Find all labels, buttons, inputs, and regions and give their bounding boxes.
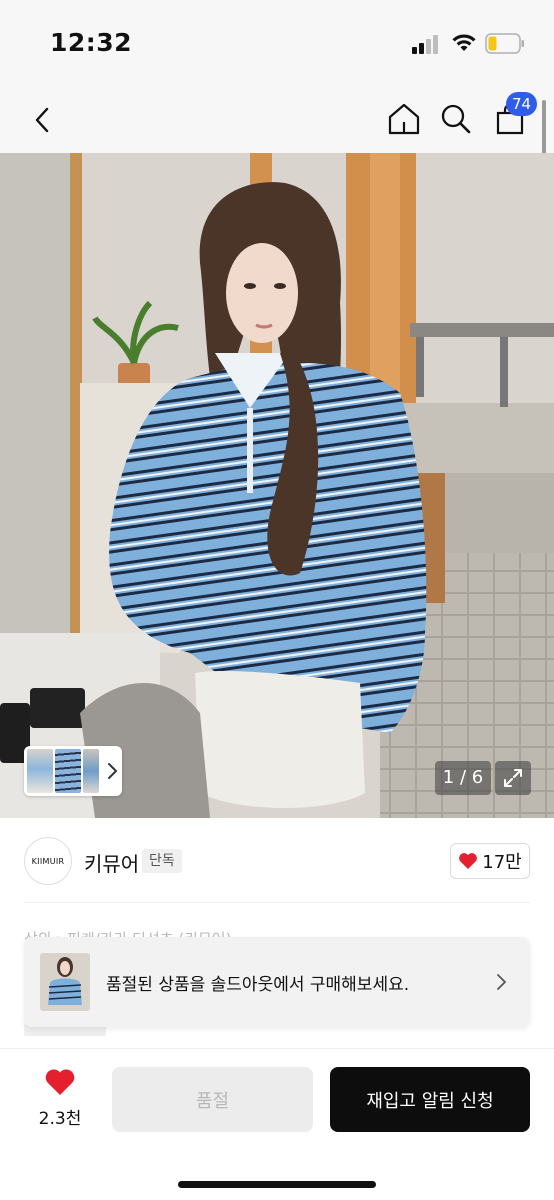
wifi-icon [452,34,476,51]
wishlist-count: 2.3천 [38,1109,82,1129]
home-icon [388,103,420,135]
app-header [0,88,554,153]
restock-alert-button[interactable]: 재입고 알림 신청 [330,1067,530,1132]
banner-product-thumbnail [40,953,90,1011]
home-button[interactable] [384,96,424,142]
exclusive-badge: 단독 [142,849,182,873]
home-indicator[interactable] [178,1181,376,1188]
search-icon [441,104,471,134]
cellular-signal-icon [412,34,442,54]
scroll-indicator [542,100,546,160]
product-image[interactable] [0,153,554,818]
back-button[interactable] [26,98,58,142]
image-counter: 1 / 6 [435,761,491,795]
image-thumbnail-strip[interactable] [24,746,122,796]
brand-logo[interactable]: KIIMUIR [24,837,72,885]
thumbnail-3[interactable] [83,749,99,793]
chevron-left-icon [35,107,49,133]
battery-icon [485,33,524,54]
heart-icon [459,853,478,869]
wishlist-button[interactable]: 2.3천 [30,1068,90,1132]
expand-image-button[interactable] [495,761,531,795]
chevron-right-icon [108,763,117,779]
soldout-banner-text: 품절된 상품을 솔드아웃에서 구매해보세요. [106,975,410,995]
cart-count-badge: 74 [506,92,538,116]
thumbnail-2[interactable] [55,749,81,793]
brand-like-button[interactable]: 17만 [450,843,530,879]
divider [24,902,530,903]
status-time: 12:32 [50,28,133,57]
heart-icon [45,1069,75,1095]
thumbnail-1[interactable] [27,749,53,793]
search-button[interactable] [436,96,476,142]
brand-like-count: 17만 [482,852,522,873]
product-photo [0,153,554,818]
soldout-button: 품절 [112,1067,313,1132]
status-bar: 12:32 [0,0,554,88]
expand-icon [504,769,522,787]
chevron-right-icon [497,974,506,990]
brand-name[interactable]: 키뮤어 [84,848,139,877]
soldout-banner[interactable]: 품절된 상품을 솔드아웃에서 구매해보세요. [24,937,530,1027]
